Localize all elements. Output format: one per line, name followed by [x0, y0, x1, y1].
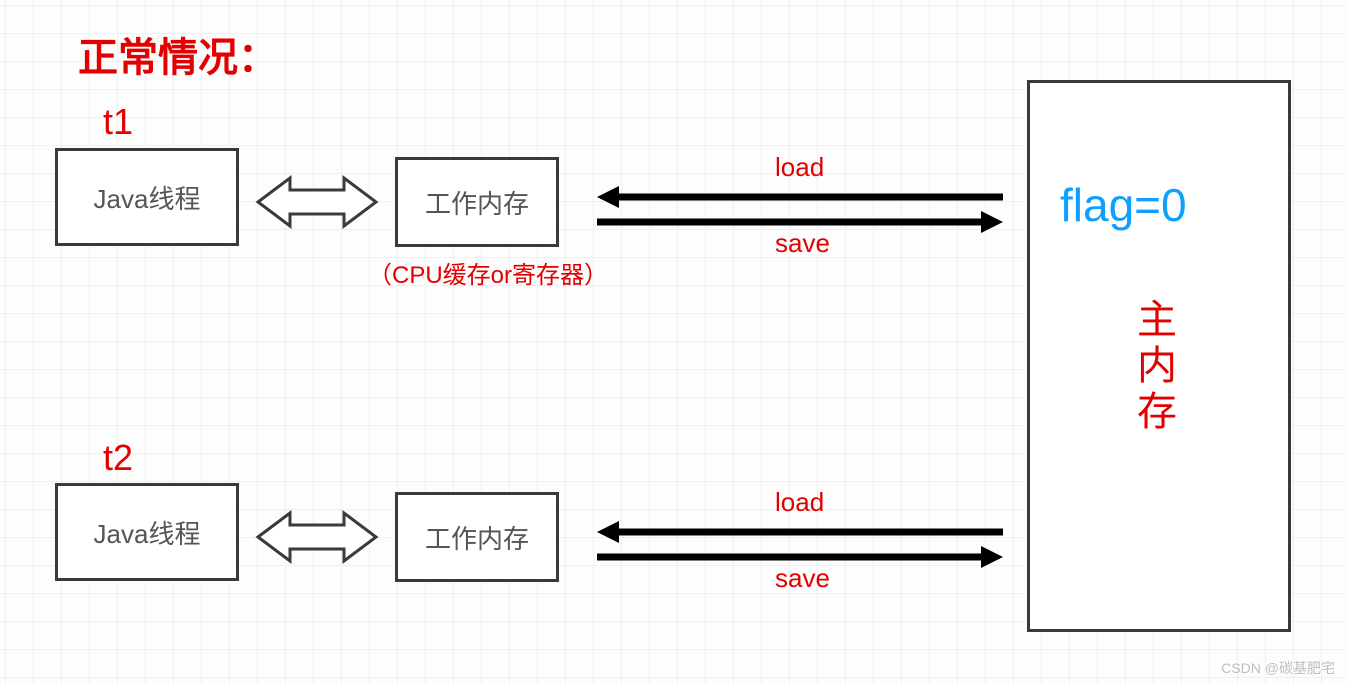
- diagram-title: 正常情况：: [78, 25, 278, 83]
- thread-2-label: t2: [103, 437, 133, 479]
- save-label-2: save: [775, 563, 830, 594]
- work-mem-text-1: 工作内存: [425, 184, 529, 221]
- load-arrow-2: [597, 521, 1003, 543]
- main-memory-label: 主内存: [1128, 298, 1178, 436]
- work-mem-text-2: 工作内存: [425, 519, 529, 556]
- load-arrow-1: [597, 186, 1003, 208]
- bidir-arrow-1: [258, 174, 376, 230]
- save-label-1: save: [775, 228, 830, 259]
- cpu-note: （CPU缓存or寄存器）: [368, 255, 608, 290]
- flag-value: flag=0: [1060, 178, 1187, 232]
- thread-1-label: t1: [103, 101, 133, 143]
- work-mem-box-1: 工作内存: [395, 157, 559, 247]
- diagram-canvas: 正常情况： t1 Java线程 工作内存 （CPU缓存or寄存器） load s…: [0, 0, 1347, 684]
- load-label-1: load: [775, 152, 824, 183]
- watermark: CSDN @碳基肥宅: [1221, 658, 1335, 678]
- java-thread-text-2: Java线程: [94, 514, 201, 551]
- bidir-arrow-2: [258, 509, 376, 565]
- work-mem-box-2: 工作内存: [395, 492, 559, 582]
- java-thread-box-2: Java线程: [55, 483, 239, 581]
- java-thread-box-1: Java线程: [55, 148, 239, 246]
- load-label-2: load: [775, 487, 824, 518]
- java-thread-text-1: Java线程: [94, 179, 201, 216]
